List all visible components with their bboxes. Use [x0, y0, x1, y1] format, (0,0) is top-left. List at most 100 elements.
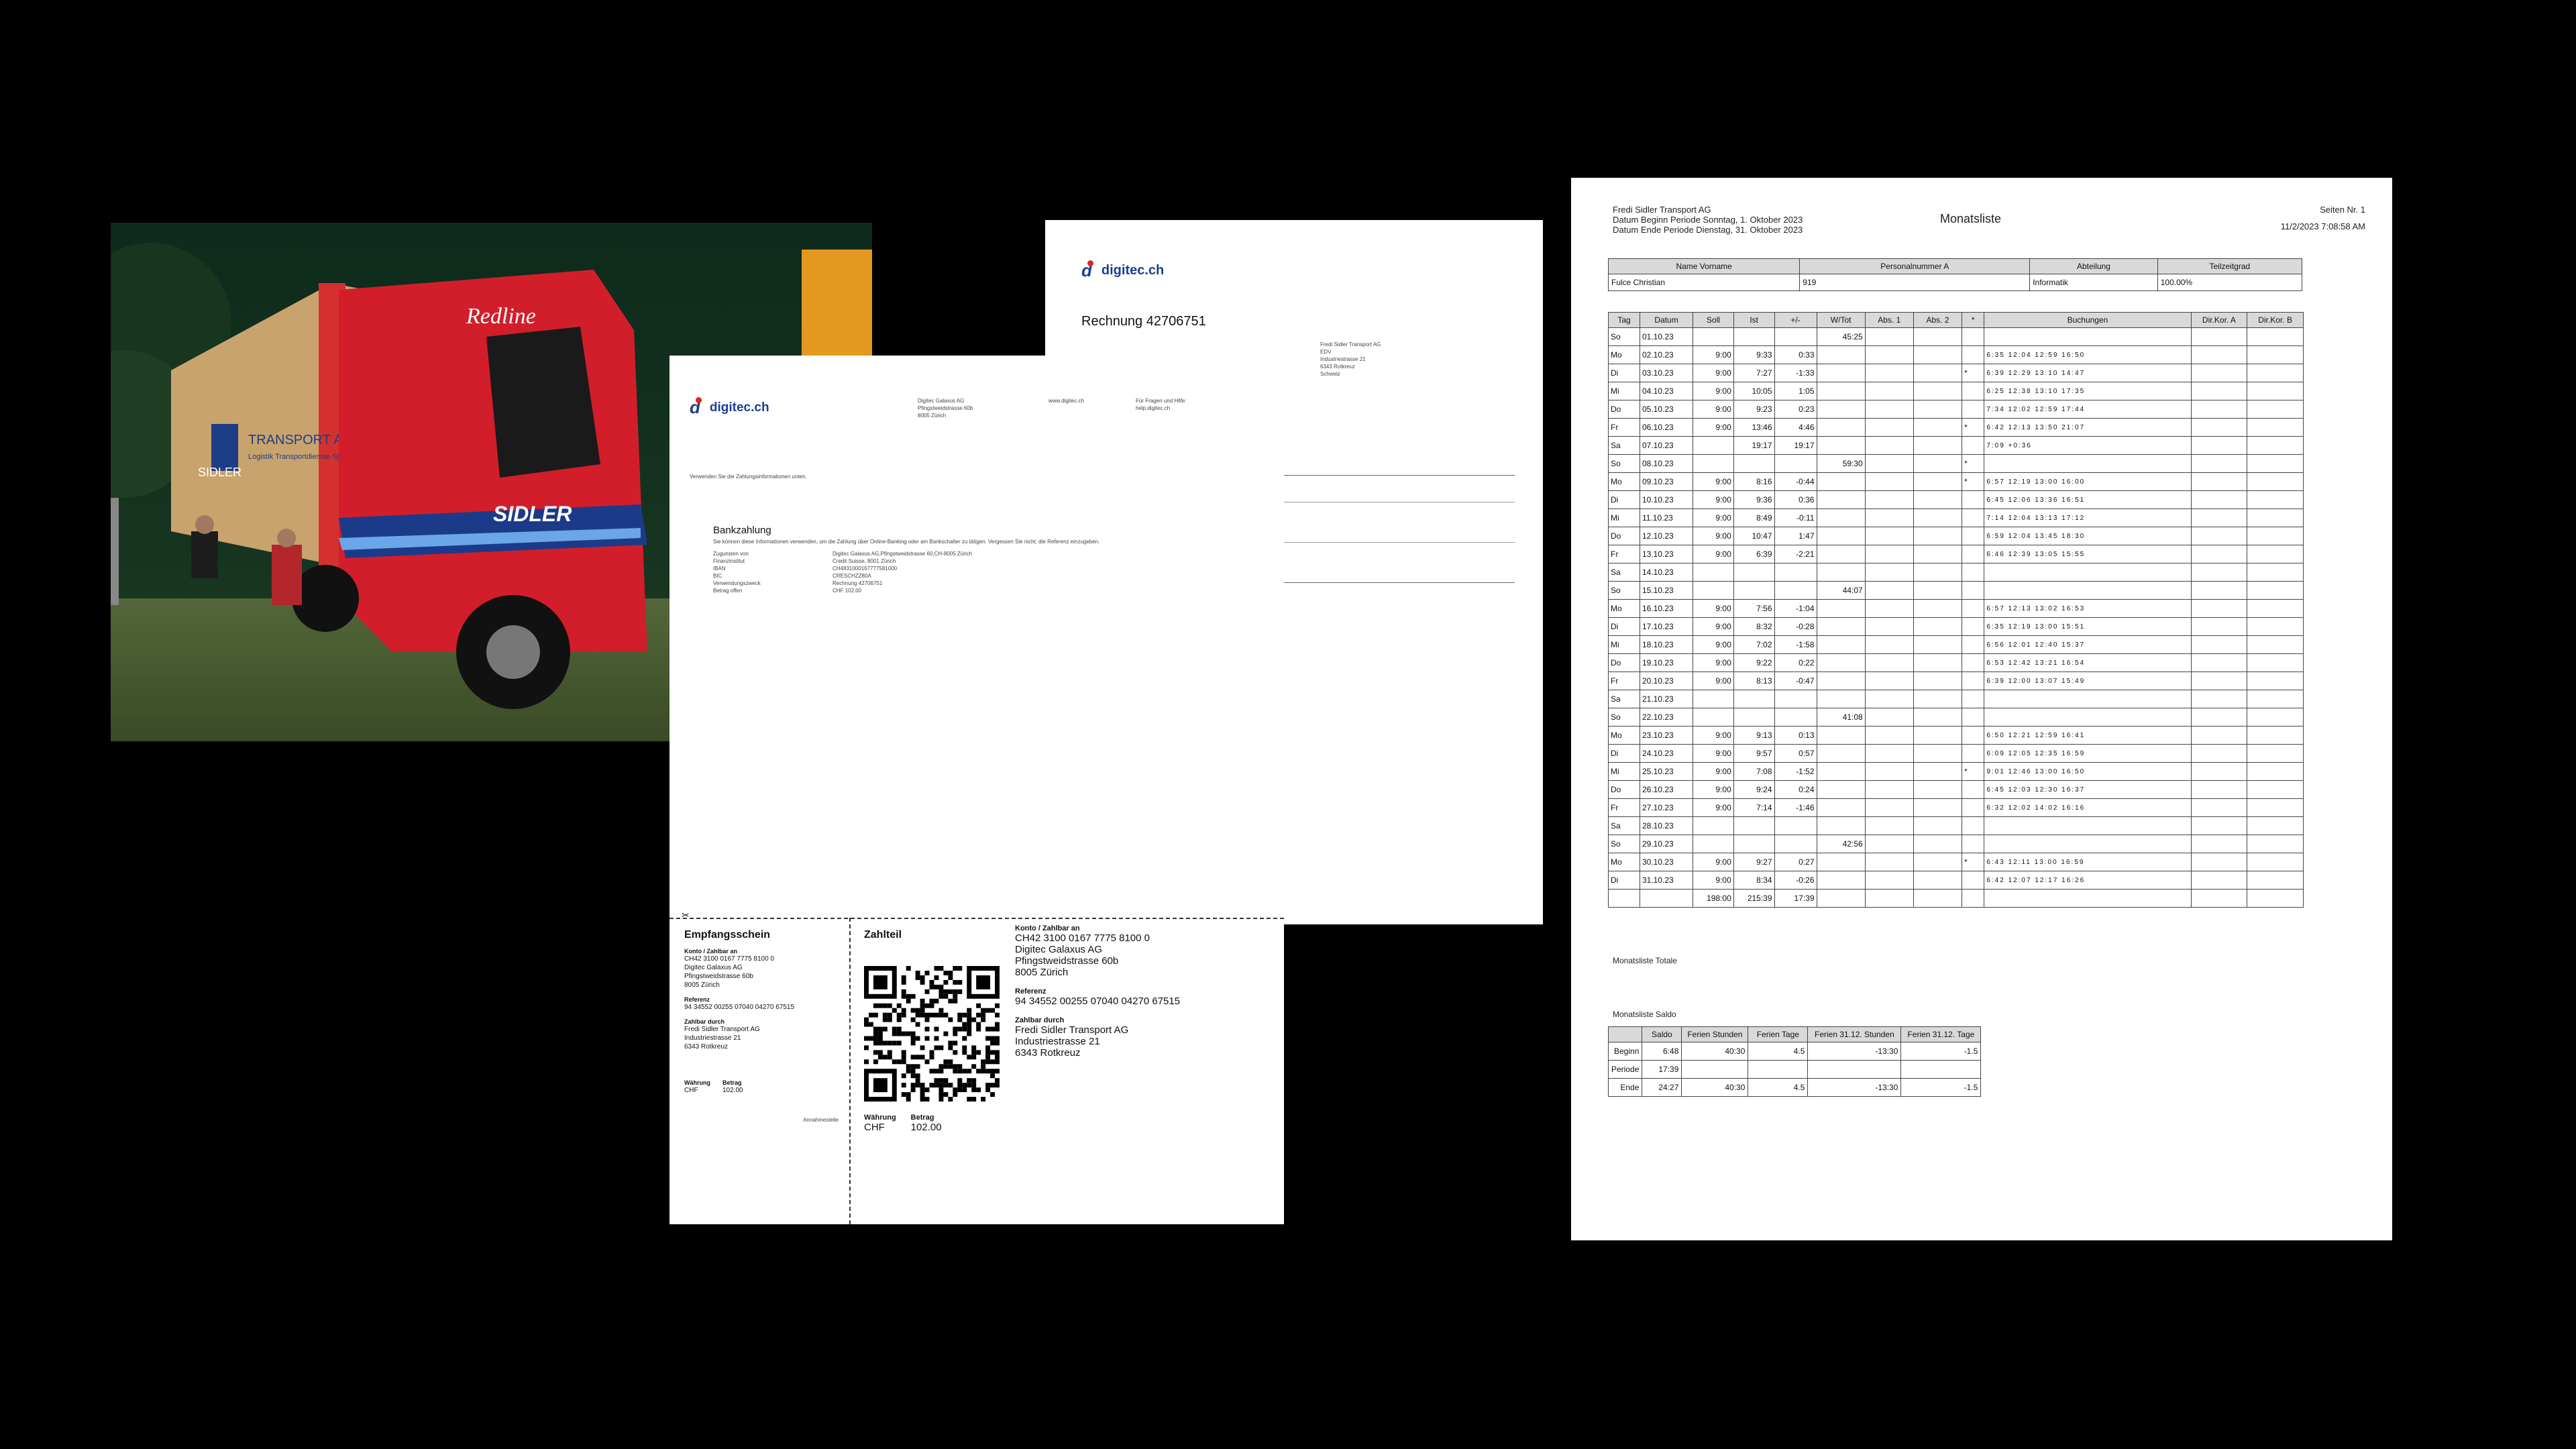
day-cell: -0:44	[1774, 472, 1817, 491]
day-cell	[1913, 327, 1963, 346]
day-cell	[1864, 454, 1914, 473]
day-cell: 15.10.23	[1639, 581, 1694, 600]
day-cell	[1962, 816, 1985, 835]
receipt-konto-line: CH42 3100 0167 7775 8100 0	[684, 955, 775, 963]
day-cell: 9:00	[1693, 382, 1734, 400]
day-cell	[1962, 545, 1985, 564]
day-cell: 23.10.23	[1639, 726, 1694, 745]
day-row: So 22.10.23 41:08	[1608, 708, 2304, 727]
day-cell: Fr	[1608, 798, 1640, 817]
day-cell: 9:00	[1693, 744, 1734, 763]
payment-title: Zahlteil	[864, 929, 902, 941]
day-cell	[2247, 508, 2304, 527]
day-cell: 42:56	[1816, 835, 1866, 853]
day-cell	[1962, 835, 1985, 853]
day-row: So 15.10.23 44:07	[1608, 581, 2304, 600]
day-cell	[1816, 672, 1866, 690]
day-cell	[1864, 672, 1914, 690]
day-cell: 07.10.23	[1639, 436, 1694, 455]
day-cell	[1816, 382, 1866, 400]
day-cell	[1962, 708, 1985, 727]
day-cell: 6:35 12:19 13:00 15:51	[1984, 617, 2192, 636]
day-cell	[1774, 816, 1817, 835]
day-cell: -0:28	[1774, 617, 1817, 636]
day-cell: 17:39	[1774, 889, 1817, 908]
day-cell	[1864, 653, 1914, 672]
day-row: Mo 30.10.23 9:00 9:27 0:27 * 6:43 12:11 13:00 …	[1608, 853, 2304, 871]
day-cell: Di	[1608, 364, 1640, 382]
day-cell: 0:24	[1774, 780, 1817, 799]
day-cell: 21.10.23	[1639, 690, 1694, 708]
day-cell: *	[1962, 472, 1985, 491]
day-row: Mi 11.10.23 9:00 8:49 -0:11 7:14 12:04 13:13 …	[1608, 508, 2304, 527]
bank-value: Rechnung 42706751	[833, 580, 883, 586]
receipt-payer-line: 6343 Rotkreuz	[684, 1043, 729, 1051]
intro-text: Verwenden Sie die Zahlungsinformationen …	[690, 474, 807, 480]
person-cell: Fulce Christian	[1607, 274, 1801, 291]
day-cell: 10:05	[1733, 382, 1775, 400]
day-cell: 9:00	[1693, 635, 1734, 654]
saldo-cell	[1681, 1060, 1749, 1079]
day-cell	[2247, 400, 2304, 419]
day-cell	[1864, 436, 1914, 455]
saldo-cell: -13:30	[1807, 1078, 1902, 1097]
day-cell: -0:26	[1774, 871, 1817, 890]
day-cell: 9:22	[1733, 653, 1775, 672]
day-cell	[2190, 635, 2248, 654]
day-cell	[1962, 635, 1985, 654]
person-cell: 100.00%	[2157, 274, 2303, 291]
day-cell	[1913, 545, 1963, 564]
day-cell	[1693, 835, 1734, 853]
day-cell	[1864, 527, 1914, 545]
day-cell	[1913, 672, 1963, 690]
ml-company: Fredi Sidler Transport AG	[1613, 205, 1711, 215]
bank-value: CRESCHZZ80A	[833, 573, 871, 579]
day-cell: 12.10.23	[1639, 527, 1694, 545]
bank-value: Credit Suisse, 8001 Zürich	[833, 558, 896, 564]
day-cell	[1864, 418, 1914, 437]
day-cell: 06.10.23	[1639, 418, 1694, 437]
day-cell	[1913, 490, 1963, 509]
day-cell: 9:23	[1733, 400, 1775, 419]
day-cell: 9:00	[1693, 345, 1734, 364]
day-cell	[1962, 871, 1985, 890]
day-row: So 01.10.23 45:25	[1608, 327, 2304, 346]
day-cell	[1984, 690, 2192, 708]
day-header: *	[1962, 312, 1985, 328]
ml-page-number: Seiten Nr. 1	[2320, 205, 2365, 215]
day-cell: 59:30	[1816, 454, 1866, 473]
day-row: Di 03.10.23 9:00 7:27 -1:33 * 6:39 12:29 13:10…	[1608, 364, 2304, 382]
day-cell: 9:33	[1733, 345, 1775, 364]
day-cell: 6:56 12:01 12:40 15:37	[1984, 635, 2192, 654]
day-cell: 24.10.23	[1639, 744, 1694, 763]
day-cell	[2190, 672, 2248, 690]
day-cell	[1962, 436, 1985, 455]
day-cell	[2247, 617, 2304, 636]
day-cell: Sa	[1608, 436, 1640, 455]
day-cell	[2190, 889, 2248, 908]
day-cell	[2247, 545, 2304, 564]
day-cell: Do	[1608, 527, 1640, 545]
day-cell: 0:23	[1774, 400, 1817, 419]
day-cell	[1774, 835, 1817, 853]
day-cell	[1913, 472, 1963, 491]
day-cell	[1962, 653, 1985, 672]
day-cell	[1913, 762, 1963, 781]
day-cell	[2247, 726, 2304, 745]
qr-code-icon	[864, 966, 1000, 1102]
day-cell: 31.10.23	[1639, 871, 1694, 890]
day-cell: 6:43 12:11 13:00 16:59	[1984, 853, 2192, 871]
bank-text: Sie können diese Informationen verwenden…	[713, 539, 1100, 545]
day-cell	[1816, 780, 1866, 799]
invoice-page-front: d digitec.ch Digitec Galaxus AG Pfingstw…	[669, 356, 1284, 1224]
ml-period-begin: Datum Beginn Periode Sonntag, 1. Oktober…	[1613, 215, 1803, 225]
recipient-address: Fredi Sidler Transport AG EDV Industries…	[1320, 341, 1381, 378]
day-cell	[2247, 672, 2304, 690]
day-cell: 0:57	[1774, 744, 1817, 763]
day-cell: 9:00	[1693, 871, 1734, 890]
company-line: Pfingstweidstrasse 60b	[918, 405, 973, 411]
day-cell: 13:46	[1733, 418, 1775, 437]
day-cell: 08.10.23	[1639, 454, 1694, 473]
payment-payer-line: Industriestrasse 21	[1015, 1036, 1100, 1047]
day-cell: 6:35 12:04 12:59 16:50	[1984, 345, 2192, 364]
